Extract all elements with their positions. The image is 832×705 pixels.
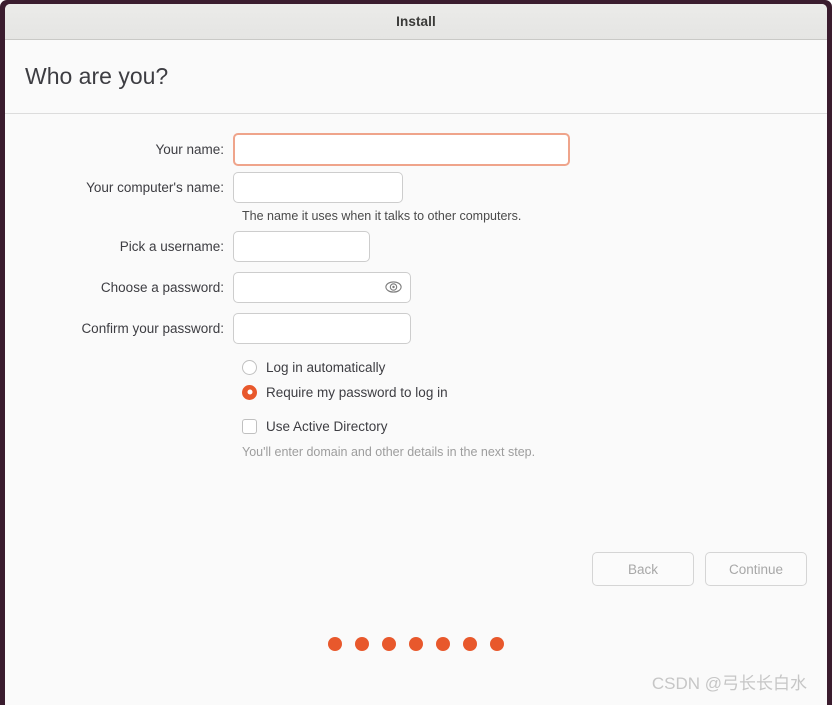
use-active-directory-label: Use Active Directory [266,419,388,434]
form-row-password: Choose a password: [5,268,827,306]
page-header: Who are you? [5,40,827,114]
log-in-automatically-label: Log in automatically [266,360,385,375]
option-use-active-directory[interactable]: Use Active Directory [242,415,827,437]
your-name-field-wrap [233,133,570,166]
password-field-wrap [233,272,411,303]
form-row-computer-name: Your computer's name: [5,168,827,206]
login-options: Log in automatically Require my password… [242,356,827,437]
progress-dot [382,637,396,651]
progress-dots [5,637,827,651]
your-name-label: Your name: [5,142,233,157]
confirm-password-field-wrap [233,313,411,344]
window-inner: Install Who are you? Your name: Your com… [5,4,827,705]
username-input[interactable] [233,231,370,262]
eye-icon[interactable] [385,279,402,296]
window-titlebar: Install [5,4,827,40]
install-window: Install Who are you? Your name: Your com… [0,0,832,705]
password-label: Choose a password: [5,280,233,295]
progress-dot [463,637,477,651]
require-password-label: Require my password to log in [266,385,448,400]
username-label: Pick a username: [5,239,233,254]
computer-name-field-wrap [233,172,403,203]
form-row-your-name: Your name: [5,130,827,168]
confirm-password-label: Confirm your password: [5,321,233,336]
checkbox-use-active-directory[interactable] [242,419,257,434]
page-title: Who are you? [25,63,168,90]
radio-require-password[interactable] [242,385,257,400]
form-row-confirm-password: Confirm your password: [5,309,827,347]
computer-name-input[interactable] [233,172,403,203]
progress-dot [436,637,450,651]
username-field-wrap [233,231,370,262]
window-title: Install [396,14,436,29]
continue-button[interactable]: Continue [705,552,807,586]
option-require-password[interactable]: Require my password to log in [242,381,827,403]
page-content: Your name: Your computer's name: The nam… [5,114,827,705]
progress-dot [355,637,369,651]
back-button[interactable]: Back [592,552,694,586]
computer-name-label: Your computer's name: [5,180,233,195]
radio-log-in-automatically[interactable] [242,360,257,375]
progress-dot [328,637,342,651]
active-directory-hint: You'll enter domain and other details in… [242,440,827,464]
progress-dot [409,637,423,651]
form-row-username: Pick a username: [5,227,827,265]
confirm-password-input[interactable] [233,313,411,344]
computer-name-hint: The name it uses when it talks to other … [242,206,827,227]
navigation-buttons: Back Continue [592,552,807,586]
your-name-input[interactable] [233,133,570,166]
progress-dot [490,637,504,651]
option-log-in-automatically[interactable]: Log in automatically [242,356,827,378]
user-setup-form: Your name: Your computer's name: The nam… [5,130,827,464]
watermark: CSDN @弓长长白水 [652,669,807,694]
